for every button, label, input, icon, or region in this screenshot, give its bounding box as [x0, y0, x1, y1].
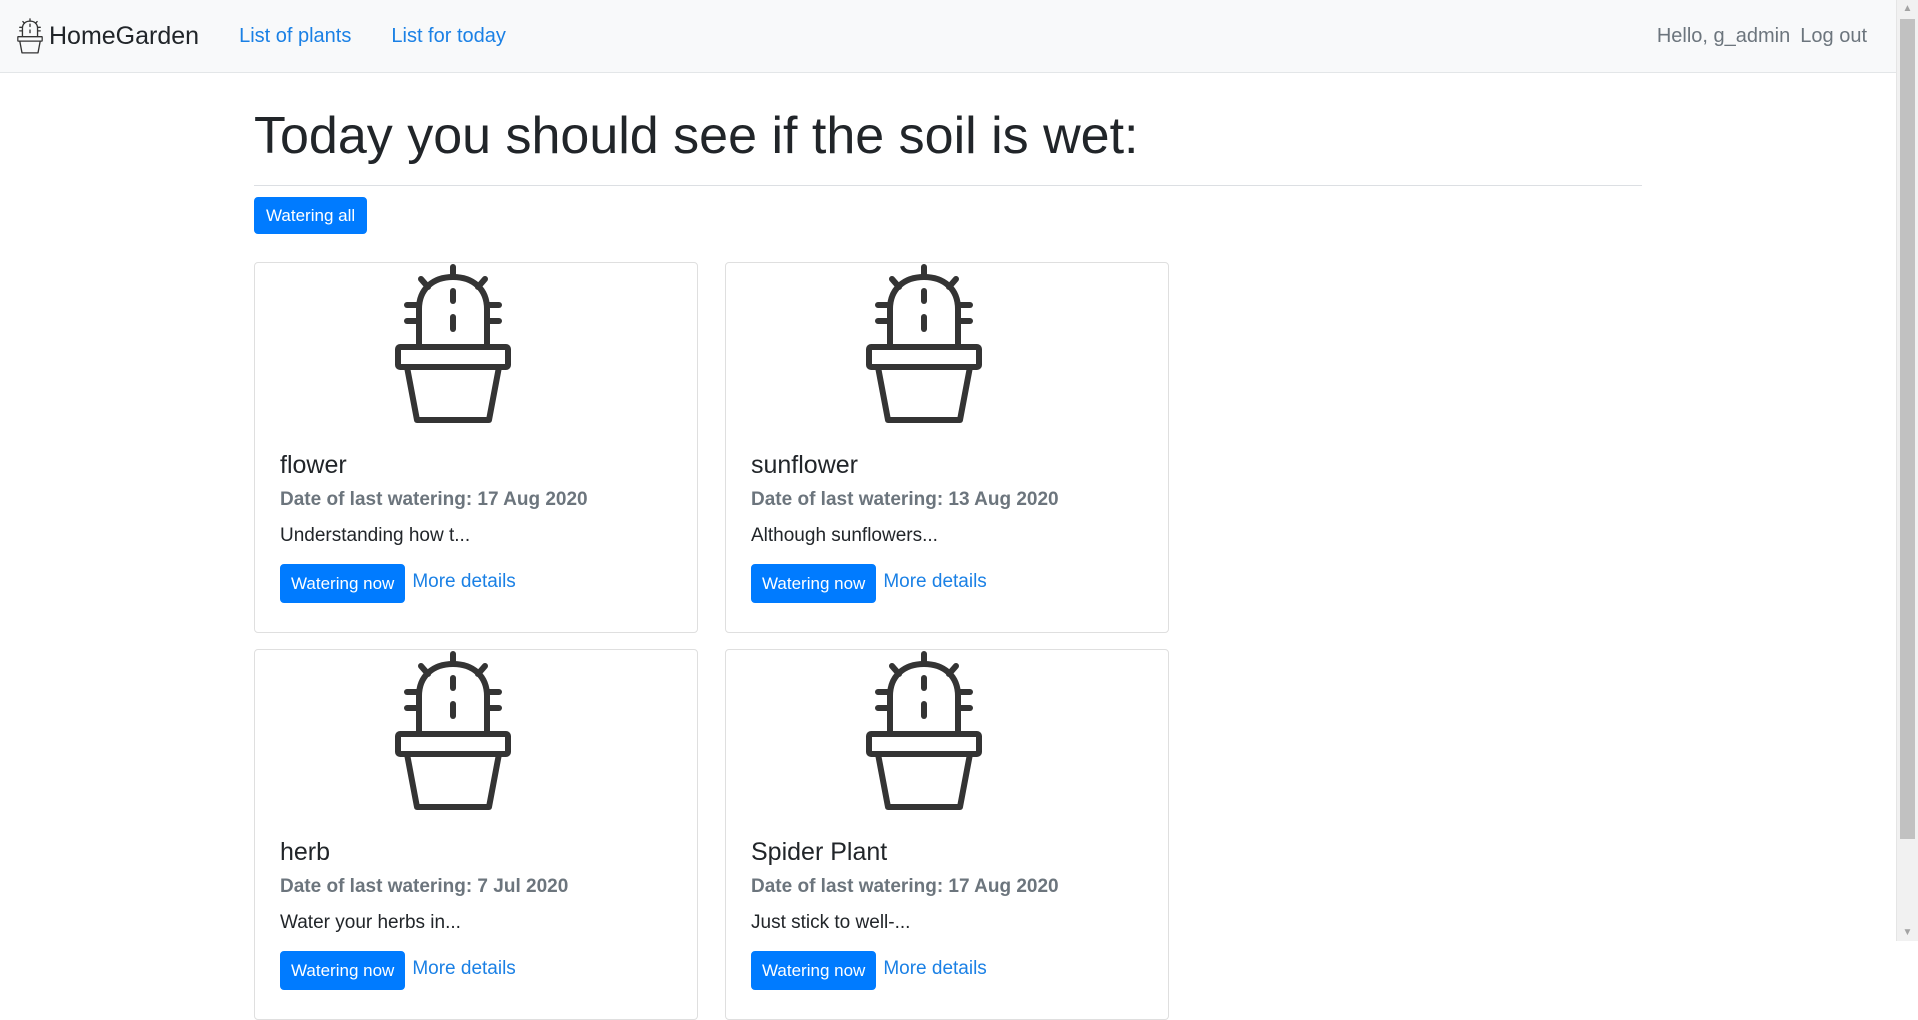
- nav-links: List of plants List for today: [199, 25, 506, 48]
- scroll-down-arrow-icon[interactable]: ▼: [1897, 924, 1918, 941]
- card-body: Spider Plant Date of last watering: 17 A…: [751, 836, 1148, 990]
- last-watering-date: Date of last watering: 17 Aug 2020: [751, 876, 1059, 897]
- water-now-button[interactable]: Watering now: [280, 951, 406, 990]
- plant-card: flower Date of last watering: 17 Aug 202…: [254, 262, 698, 633]
- plant-name: herb: [280, 838, 331, 866]
- card-actions: Watering now More details: [751, 564, 1148, 603]
- more-details-link[interactable]: More details: [883, 958, 987, 980]
- plant-description: Understanding how t...: [280, 525, 471, 546]
- logout-link[interactable]: Log out: [1800, 25, 1867, 48]
- card-body: herb Date of last watering: 7 Jul 2020 W…: [280, 836, 677, 990]
- water-now-button[interactable]: Watering now: [751, 564, 877, 603]
- cactus-icon: [866, 263, 982, 425]
- water-all-button[interactable]: Watering all: [254, 197, 368, 234]
- card-actions: Watering now More details: [751, 951, 1148, 990]
- plant-card: sunflower Date of last watering: 13 Aug …: [725, 262, 1169, 633]
- cactus-icon: [17, 18, 43, 54]
- plant-name: flower: [280, 451, 347, 479]
- card-actions: Watering now More details: [280, 564, 677, 603]
- water-now-button[interactable]: Watering now: [751, 951, 877, 990]
- last-watering-date: Date of last watering: 13 Aug 2020: [751, 489, 1059, 510]
- vertical-scrollbar[interactable]: ▲ ▼: [1896, 0, 1918, 941]
- card-body: sunflower Date of last watering: 13 Aug …: [751, 449, 1148, 603]
- cactus-icon: [395, 263, 511, 425]
- plant-description: Although sunflowers...: [751, 525, 938, 546]
- brand-name: HomeGarden: [49, 21, 200, 50]
- more-details-link[interactable]: More details: [412, 958, 516, 980]
- page-title: Today you should see if the soil is wet:: [254, 107, 1139, 165]
- user-area: Hello, g_admin Log out: [1657, 25, 1867, 48]
- plant-name: sunflower: [751, 451, 858, 479]
- plant-description: Just stick to well-...: [751, 912, 911, 933]
- plant-card: Spider Plant Date of last watering: 17 A…: [725, 649, 1169, 1020]
- more-details-link[interactable]: More details: [412, 571, 516, 593]
- plant-description: Water your herbs in...: [280, 912, 461, 933]
- plant-card: herb Date of last watering: 7 Jul 2020 W…: [254, 649, 698, 1020]
- main-content: Today you should see if the soil is wet:…: [254, 72, 1642, 1020]
- title-divider: [254, 185, 1642, 186]
- water-now-button[interactable]: Watering now: [280, 564, 406, 603]
- nav-link-list-of-plants[interactable]: List of plants: [239, 25, 351, 48]
- plant-name: Spider Plant: [751, 838, 888, 866]
- brand-link[interactable]: HomeGarden: [17, 18, 199, 54]
- scrollbar-thumb[interactable]: [1900, 19, 1915, 839]
- user-greeting: Hello, g_admin: [1656, 24, 1791, 47]
- scroll-up-arrow-icon[interactable]: ▲: [1897, 0, 1918, 17]
- last-watering-date: Date of last watering: 17 Aug 2020: [280, 489, 588, 510]
- card-actions: Watering now More details: [280, 951, 677, 990]
- cactus-icon: [866, 650, 982, 812]
- top-navbar: HomeGarden List of plants List for today…: [0, 0, 1897, 73]
- card-body: flower Date of last watering: 17 Aug 202…: [280, 449, 677, 603]
- nav-link-list-for-today[interactable]: List for today: [391, 25, 506, 48]
- cactus-icon: [395, 650, 511, 812]
- last-watering-date: Date of last watering: 7 Jul 2020: [280, 876, 569, 897]
- more-details-link[interactable]: More details: [883, 571, 987, 593]
